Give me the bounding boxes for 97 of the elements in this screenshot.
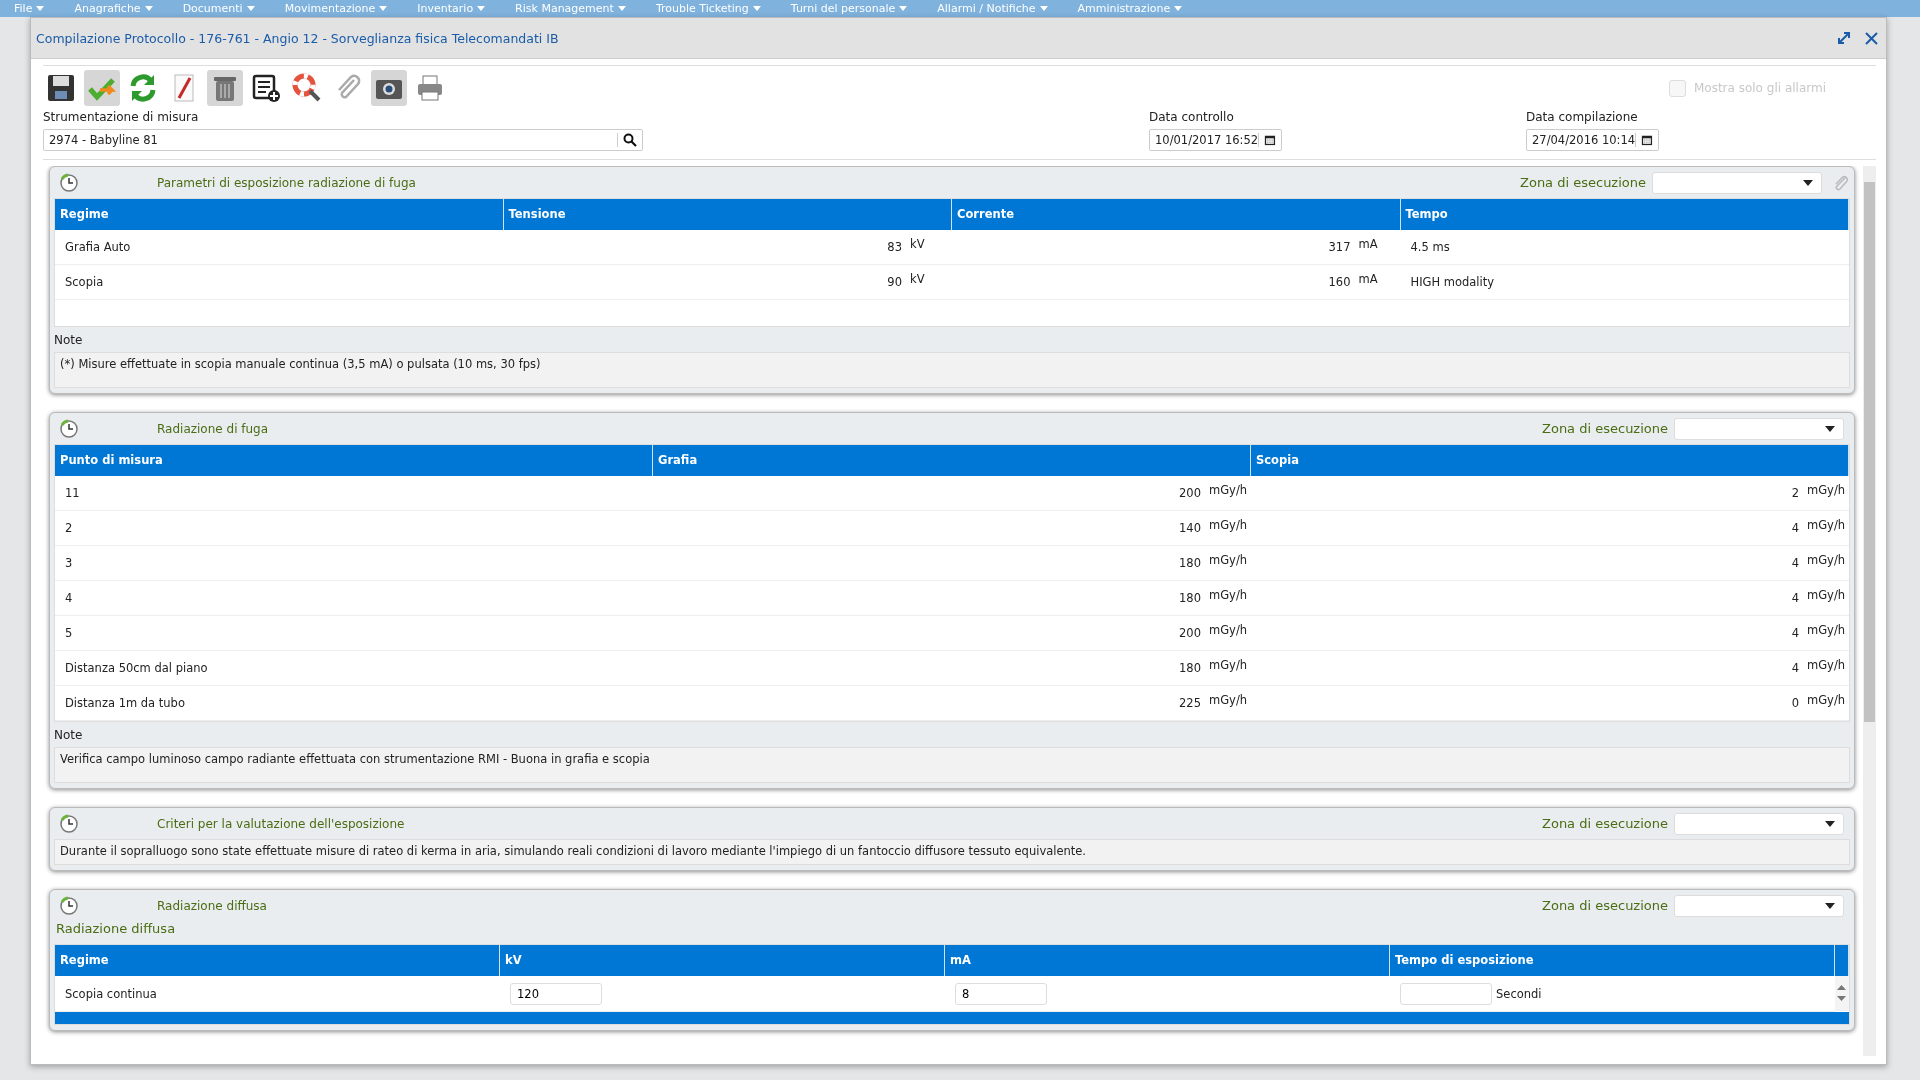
table-cell: 180	[1179, 591, 1201, 605]
column-header[interactable]: Grafia	[653, 445, 1251, 476]
table-cell: Distanza 1m da tubo	[65, 696, 185, 710]
column-header[interactable]: Regime	[55, 199, 504, 230]
table-cell: Scopia continua	[65, 986, 157, 1001]
column-header	[1835, 945, 1849, 976]
table-cell: 225	[1179, 696, 1201, 710]
expand-icon[interactable]	[1837, 31, 1851, 45]
table-cell: 11	[65, 486, 80, 500]
table-cell: 317	[1328, 240, 1351, 254]
close-icon[interactable]	[1865, 31, 1878, 45]
note-label: Note	[54, 727, 84, 744]
date-field[interactable]: 27/04/2016 10:14	[1526, 129, 1659, 151]
zone-label: Zona di esecuzione	[1542, 898, 1668, 913]
table-cell: 83	[887, 240, 902, 254]
table-cell: 5	[65, 626, 73, 640]
table-cell: HIGH modality	[1410, 275, 1495, 289]
column-header[interactable]: Scopia	[1251, 445, 1849, 476]
caret-icon	[752, 6, 761, 11]
section-subtitle: Radiazione diffusa	[55, 921, 177, 938]
caret-icon	[1825, 425, 1835, 432]
caret-icon	[477, 6, 486, 11]
paperclip-icon[interactable]	[1832, 173, 1850, 192]
table-cell: 4	[1791, 626, 1799, 640]
caret-icon	[1803, 179, 1813, 186]
history-icon[interactable]	[59, 895, 79, 916]
input-field[interactable]	[1400, 982, 1492, 1005]
section-title: Radiazione diffusa	[157, 898, 268, 913]
field-label: Strumentazione di misura	[43, 110, 200, 124]
table-cell: Scopia	[65, 275, 104, 289]
zone-label: Zona di esecuzione	[1542, 421, 1668, 436]
table-cell: 200	[1179, 626, 1201, 640]
table-cell: 180	[1179, 661, 1201, 675]
caret-icon	[1825, 820, 1835, 827]
table-cell: 2	[1791, 486, 1799, 500]
note-textarea[interactable]: (*) Misure effettuate in scopia manuale continua (3,5 mA) o pulsata (10 ms, 30 fps)	[54, 352, 1850, 388]
input-field[interactable]: 120	[510, 982, 602, 1005]
section-title: Parametri di esposizione radiazione di fuga	[157, 175, 417, 190]
checkmark-icon[interactable]	[84, 70, 120, 106]
history-icon[interactable]	[59, 172, 79, 193]
caret-icon	[1174, 6, 1183, 11]
trash-icon[interactable]	[207, 70, 243, 106]
unit-label: mA	[1358, 237, 1379, 251]
unit-label: mA	[1358, 272, 1379, 286]
zone-label: Zona di esecuzione	[1520, 175, 1646, 190]
section-title: Radiazione di fuga	[157, 421, 270, 436]
history-icon[interactable]	[59, 813, 79, 834]
caret-icon	[379, 6, 388, 11]
caret-icon	[617, 6, 626, 11]
unit-label: Secondi	[1496, 986, 1542, 1001]
history-icon[interactable]	[59, 418, 79, 439]
instrument-field[interactable]: 2974 - Babyline 81	[43, 129, 643, 151]
caret-icon	[246, 6, 255, 11]
column-header[interactable]: Tensione	[503, 199, 952, 230]
caret-icon	[1825, 902, 1835, 909]
spinner-icon[interactable]	[1837, 983, 1846, 1003]
column-header[interactable]: mA	[945, 945, 1390, 976]
table-cell: 140	[1179, 521, 1201, 535]
field-label: Data controllo	[1149, 110, 1235, 124]
column-header[interactable]: Tempo	[1400, 199, 1849, 230]
table-cell: 0	[1791, 696, 1799, 710]
caret-icon	[144, 6, 153, 11]
table-cell: 2	[65, 521, 73, 535]
unit-label: kV	[910, 237, 926, 251]
field-label: Data compilazione	[1526, 110, 1639, 124]
table-cell: 160	[1328, 275, 1351, 289]
section-title: Criteri per la valutazione dell'esposizione	[157, 816, 406, 831]
table-cell: 4	[1791, 591, 1799, 605]
note-textarea[interactable]: Verifica campo luminoso campo radiante effettuata con strumentazione RMI - Buona in grafia e scopia	[54, 747, 1850, 783]
column-header[interactable]: Tempo di esposizione	[1390, 945, 1835, 976]
table-cell: 200	[1179, 486, 1201, 500]
table-cell: 4.5 ms	[1410, 240, 1450, 254]
table-cell: 4	[1791, 521, 1799, 535]
column-header[interactable]: kV	[500, 945, 945, 976]
table-cell: 3	[65, 556, 73, 570]
caret-icon	[36, 6, 45, 11]
note-label: Note	[54, 332, 84, 349]
column-header[interactable]: Regime	[55, 945, 500, 976]
column-header[interactable]: Corrente	[952, 199, 1401, 230]
caret-icon	[1039, 6, 1048, 11]
table-cell: Grafia Auto	[65, 240, 131, 254]
column-header[interactable]: Punto di misura	[55, 445, 653, 476]
criteria-textarea[interactable]: Durante il sopralluogo sono state effettuate misure di rateo di kerma in aria, simulando reali condizioni di lavoro mediante l'impiego di un fantoccio diffusore tessuto equivalente.	[54, 839, 1850, 865]
caret-icon	[899, 6, 908, 11]
table-cell: 4	[1791, 556, 1799, 570]
table-cell: 90	[887, 275, 902, 289]
table-cell: 180	[1179, 556, 1201, 570]
date-field[interactable]: 10/01/2017 16:52	[1149, 129, 1282, 151]
scrollbar[interactable]	[1863, 166, 1876, 1056]
table-cell: Distanza 50cm dal piano	[65, 661, 208, 675]
camera-icon[interactable]	[371, 70, 407, 106]
window-title: Compilazione Protocollo - 176-761 - Angio 12 - Sorveglianza fisica Telecomandati IB	[36, 30, 560, 46]
table-cell: 4	[1791, 661, 1799, 675]
zone-label: Zona di esecuzione	[1542, 816, 1668, 831]
input-field[interactable]: 8	[955, 982, 1047, 1005]
unit-label: kV	[910, 272, 926, 286]
table-cell: 4	[65, 591, 73, 605]
